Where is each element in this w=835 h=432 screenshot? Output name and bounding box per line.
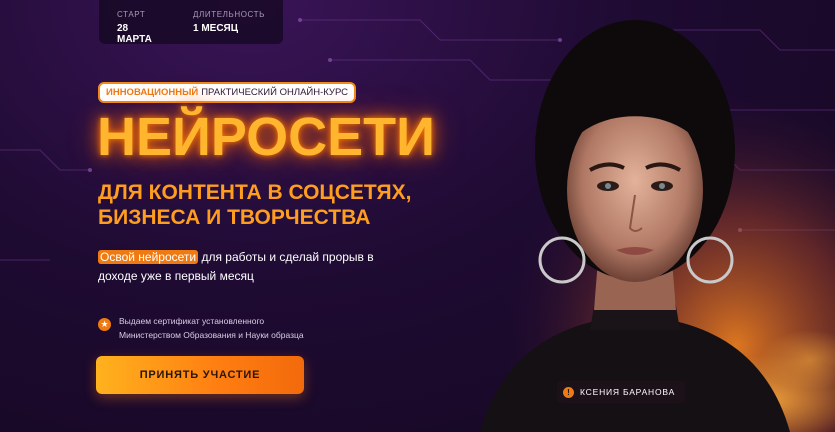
speaker-badge: ! КСЕНИЯ БАРАНОВА [557,381,686,403]
tagline-rest: ПРАКТИЧЕСКИЙ ОНЛАЙН-КУРС [201,87,349,98]
subtitle-line-1: ДЛЯ КОНТЕНТА В СОЦСЕТЯХ, [98,181,412,204]
speaker-photo [440,0,835,432]
page-subtitle: ДЛЯ КОНТЕНТА В СОЦСЕТЯХ, БИЗНЕСА И ТВОРЧ… [98,180,458,230]
page-title: НЕЙРОСЕТИ [97,107,435,167]
lead-text: Освой нейросети для работы и сделай прор… [98,248,398,285]
info-icon: ! [563,386,574,398]
certificate-text: Выдаем сертификат установленного Министе… [119,315,339,342]
start-label: СТАРТ [117,10,146,19]
start-info: СТАРТ 28 МАРТА [117,10,165,45]
duration-info: ДЛИТЕЛЬНОСТЬ 1 МЕСЯЦ [193,10,265,44]
tagline-accent: ИННОВАЦИОННЫЙ [106,87,199,98]
duration-label: ДЛИТЕЛЬНОСТЬ [193,10,265,19]
speaker-name: КСЕНИЯ БАРАНОВА [580,387,676,397]
lead-highlight: Освой нейросети [98,250,199,264]
duration-value: 1 МЕСЯЦ [193,23,239,34]
course-info-box: СТАРТ 28 МАРТА ДЛИТЕЛЬНОСТЬ 1 МЕСЯЦ [99,0,283,45]
star-icon: ★ [98,318,111,331]
join-button[interactable]: ПРИНЯТЬ УЧАСТИЕ [96,356,304,394]
certificate-line-2: Министерством Образования и Науки образц… [119,329,304,340]
subtitle-line-2: БИЗНЕСА И ТВОРЧЕСТВА [98,206,371,230]
start-value: 28 МАРТА [117,23,152,45]
certificate-line-1: Выдаем сертификат установленного [119,316,265,326]
certificate-note: ★ Выдаем сертификат установленного Минис… [98,315,339,342]
course-tagline: ИННОВАЦИОННЫЙ ПРАКТИЧЕСКИЙ ОНЛАЙН-КУРС [98,82,357,103]
